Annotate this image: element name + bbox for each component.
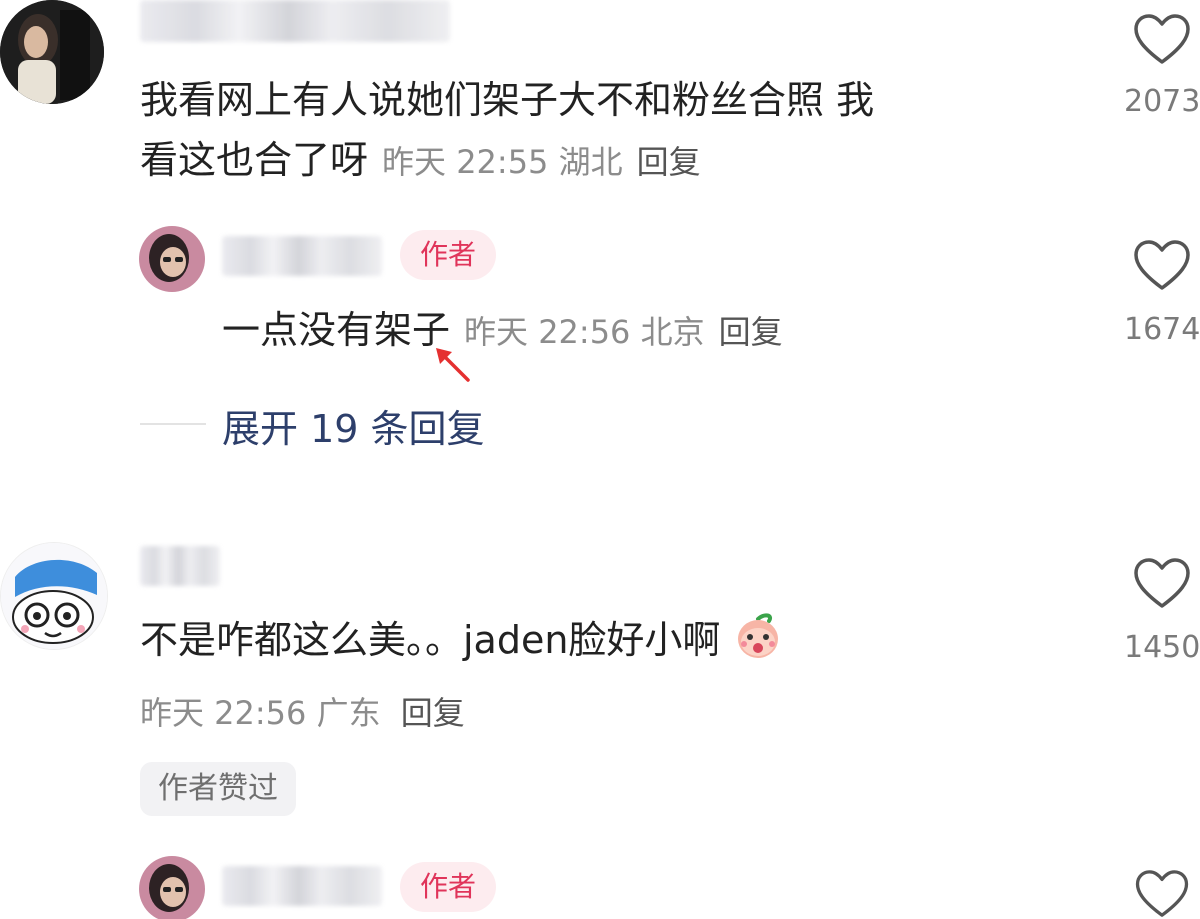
reply-button[interactable]: 回复 <box>401 694 465 732</box>
reply-button[interactable]: 回复 <box>637 143 701 181</box>
comment-text: 我看网上有人说她们架子大不和粉丝合照 我 <box>140 78 875 122</box>
expand-replies-button[interactable]: 展开 19 条回复 <box>222 398 485 453</box>
avatar-photo <box>139 856 205 919</box>
reply-text-row: 一点没有架子 昨天 22:56 北京 回复 <box>222 300 783 362</box>
reply-text: 一点没有架子 <box>222 308 451 352</box>
avatar-photo <box>139 226 205 292</box>
avatar[interactable] <box>139 226 205 292</box>
avatar[interactable] <box>0 0 104 104</box>
comment-text: 不是咋都这么美。。jaden脸好小啊 <box>140 618 721 662</box>
comment-list: 我看网上有人说她们架子大不和粉丝合照 我 看这也合了呀 昨天 22:55 湖北 回复… <box>0 0 1200 919</box>
avatar-photo <box>0 0 104 104</box>
comment-meta-row: 昨天 22:56 广东 回复 <box>140 688 465 734</box>
heart-outline-icon[interactable] <box>1133 870 1191 919</box>
heart-outline-icon[interactable] <box>1133 240 1191 292</box>
comment-text-continued: 看这也合了呀 <box>140 138 369 182</box>
comment-text-row: 不是咋都这么美。。jaden脸好小啊 <box>140 610 783 670</box>
heart-outline-icon[interactable] <box>1133 558 1191 610</box>
like-count: 1674 <box>1124 312 1200 347</box>
username-blurred[interactable] <box>222 866 382 906</box>
comment-text-line2: 看这也合了呀 昨天 22:55 湖北 回复 <box>140 130 701 192</box>
avatar-cartoon <box>1 543 107 649</box>
author-liked-badge: 作者赞过 <box>140 762 296 816</box>
heart-outline-icon[interactable] <box>1133 14 1191 66</box>
username-blurred[interactable] <box>140 0 450 42</box>
author-tag: 作者 <box>400 230 497 280</box>
reply-button[interactable]: 回复 <box>719 313 783 351</box>
like-count: 2073 <box>1124 84 1200 119</box>
divider <box>140 423 206 425</box>
peach-face-emoji <box>737 613 778 658</box>
annotation-arrow-icon <box>436 348 470 382</box>
like-count: 1450 <box>1124 630 1200 665</box>
username-blurred[interactable] <box>222 236 382 276</box>
avatar[interactable] <box>0 542 108 650</box>
comment-meta: 昨天 22:56 广东 <box>140 694 381 732</box>
reply-meta: 昨天 22:56 北京 <box>464 313 705 351</box>
comment-meta: 昨天 22:55 湖北 <box>382 143 623 181</box>
author-tag: 作者 <box>400 862 497 912</box>
avatar[interactable] <box>139 856 205 919</box>
username-blurred[interactable] <box>140 546 220 586</box>
